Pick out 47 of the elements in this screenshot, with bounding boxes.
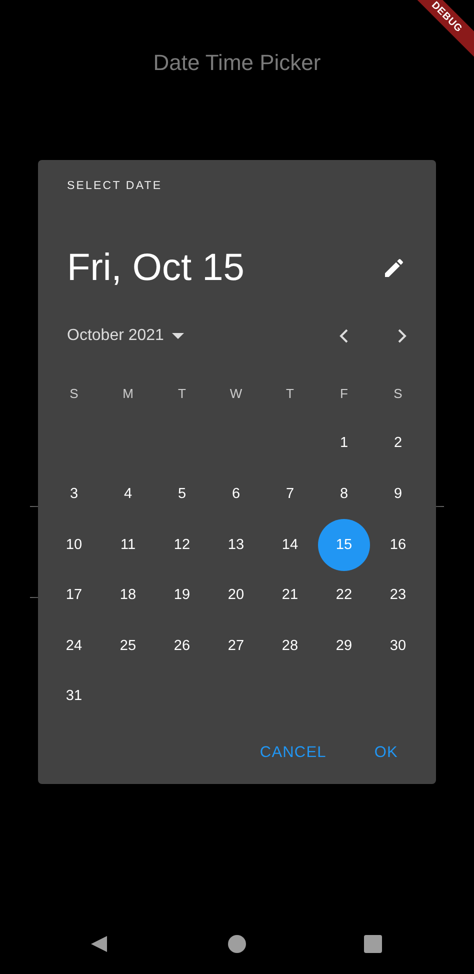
calendar-day[interactable]: 12 [156,520,208,570]
caret-icon [172,333,184,339]
calendar-day[interactable]: 19 [156,570,208,620]
calendar-day[interactable]: 4 [102,468,154,519]
calendar-day[interactable]: 7 [264,468,316,519]
calendar-day[interactable]: 8 [318,468,370,519]
calendar-day[interactable]: 17 [48,570,100,620]
weekday-label: W [228,384,244,402]
chevron-right-icon [396,329,408,343]
calendar-day[interactable]: 3 [48,468,100,519]
calendar-day[interactable]: 26 [156,620,208,671]
weekday-label: T [285,384,295,402]
calendar-day[interactable]: 23 [372,570,424,620]
calendar-day[interactable]: 22 [318,570,370,620]
calendar-day[interactable]: 31 [48,671,100,722]
selected-date-title: Fri, Oct 15 [67,246,244,290]
month-dropdown[interactable]: October 2021 [67,327,184,345]
weekday-label: S [68,384,80,402]
calendar-day[interactable]: 25 [102,620,154,671]
dialog-header-label: SELECT DATE [67,179,162,194]
weekday-label: M [122,384,134,402]
calendar-day[interactable]: 16 [372,520,424,570]
calendar-day[interactable]: 11 [102,520,154,570]
calendar-day[interactable]: 18 [102,570,154,620]
calendar-day[interactable]: 20 [210,570,262,620]
calendar-day[interactable]: 29 [318,620,370,671]
calendar-day[interactable]: 6 [210,468,262,519]
calendar-day[interactable]: 9 [372,468,424,519]
calendar-day[interactable]: 5 [156,468,208,519]
calendar-day[interactable]: 27 [210,620,262,671]
pencil-icon[interactable] [382,256,406,280]
calendar-day[interactable]: 2 [372,418,424,468]
calendar-day[interactable]: 1 [318,418,370,468]
app-bar-title: Date Time Picker [153,49,321,77]
home-icon[interactable] [228,935,246,953]
calendar-day[interactable]: 28 [264,620,316,671]
calendar-day[interactable]: 10 [48,520,100,570]
calendar-day[interactable]: 21 [264,570,316,620]
back-icon[interactable] [90,935,108,953]
weekday-label: T [177,384,187,402]
weekday-label: S [392,384,404,402]
chevron-left-icon [338,329,350,343]
calendar-day[interactable]: 14 [264,520,316,570]
calendar-day[interactable]: 13 [210,520,262,570]
calendar-day[interactable]: 24 [48,620,100,671]
weekday-label: F [339,384,349,402]
calendar-day[interactable]: 30 [372,620,424,671]
